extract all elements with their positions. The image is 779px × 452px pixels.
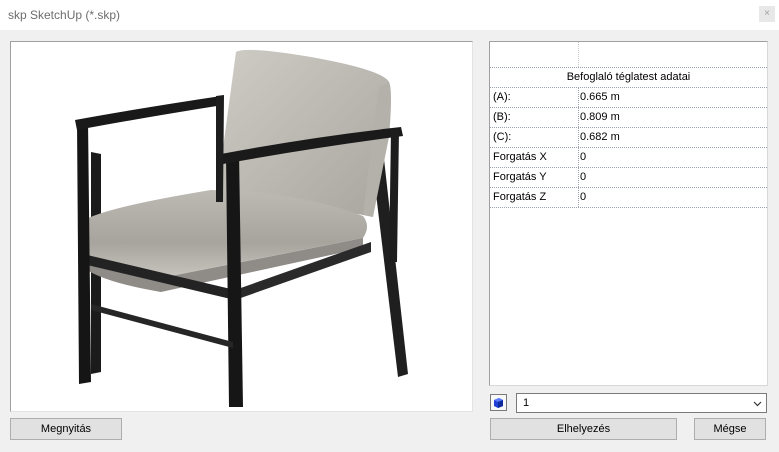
window-title: skp SketchUp (*.skp) bbox=[8, 8, 121, 22]
cancel-button[interactable]: Mégse bbox=[694, 418, 766, 440]
chevron-down-icon bbox=[753, 401, 762, 407]
property-grid-header bbox=[490, 42, 767, 68]
model-preview[interactable] bbox=[10, 41, 473, 412]
property-label: Forgatás Y bbox=[493, 171, 547, 183]
close-icon[interactable]: × bbox=[759, 6, 775, 22]
property-value[interactable]: 0.665 m bbox=[580, 88, 620, 107]
property-label: Forgatás X bbox=[493, 151, 547, 163]
cube-icon[interactable] bbox=[490, 394, 507, 411]
title-bar: skp SketchUp (*.skp) × bbox=[0, 0, 779, 30]
property-label: (B): bbox=[493, 111, 511, 123]
property-row[interactable]: (C): 0.682 m bbox=[490, 128, 767, 148]
property-label: (C): bbox=[493, 131, 512, 143]
property-row[interactable]: Forgatás Y 0 bbox=[490, 168, 767, 188]
property-value[interactable]: 0.682 m bbox=[580, 128, 620, 147]
property-grid[interactable]: Befoglaló téglatest adatai (A): 0.665 m … bbox=[489, 41, 768, 386]
place-button[interactable]: Elhelyezés bbox=[490, 418, 677, 440]
property-row[interactable]: (B): 0.809 m bbox=[490, 108, 767, 128]
property-value[interactable]: 0 bbox=[580, 168, 586, 187]
property-label: Forgatás Z bbox=[493, 191, 547, 203]
layer-select-value: 1 bbox=[523, 397, 530, 409]
property-row[interactable]: (A): 0.665 m bbox=[490, 88, 767, 108]
property-row[interactable]: Forgatás X 0 bbox=[490, 148, 767, 168]
layer-select[interactable]: 1 bbox=[516, 393, 767, 413]
property-value[interactable]: 0.809 m bbox=[580, 108, 620, 127]
chair-model-preview bbox=[75, 49, 408, 407]
open-button[interactable]: Megnyitás bbox=[10, 418, 122, 440]
property-value[interactable]: 0 bbox=[580, 148, 586, 167]
property-row[interactable]: Forgatás Z 0 bbox=[490, 188, 767, 208]
property-value[interactable]: 0 bbox=[580, 188, 586, 207]
property-label: (A): bbox=[493, 91, 511, 103]
property-category: Befoglaló téglatest adatai bbox=[490, 68, 767, 88]
